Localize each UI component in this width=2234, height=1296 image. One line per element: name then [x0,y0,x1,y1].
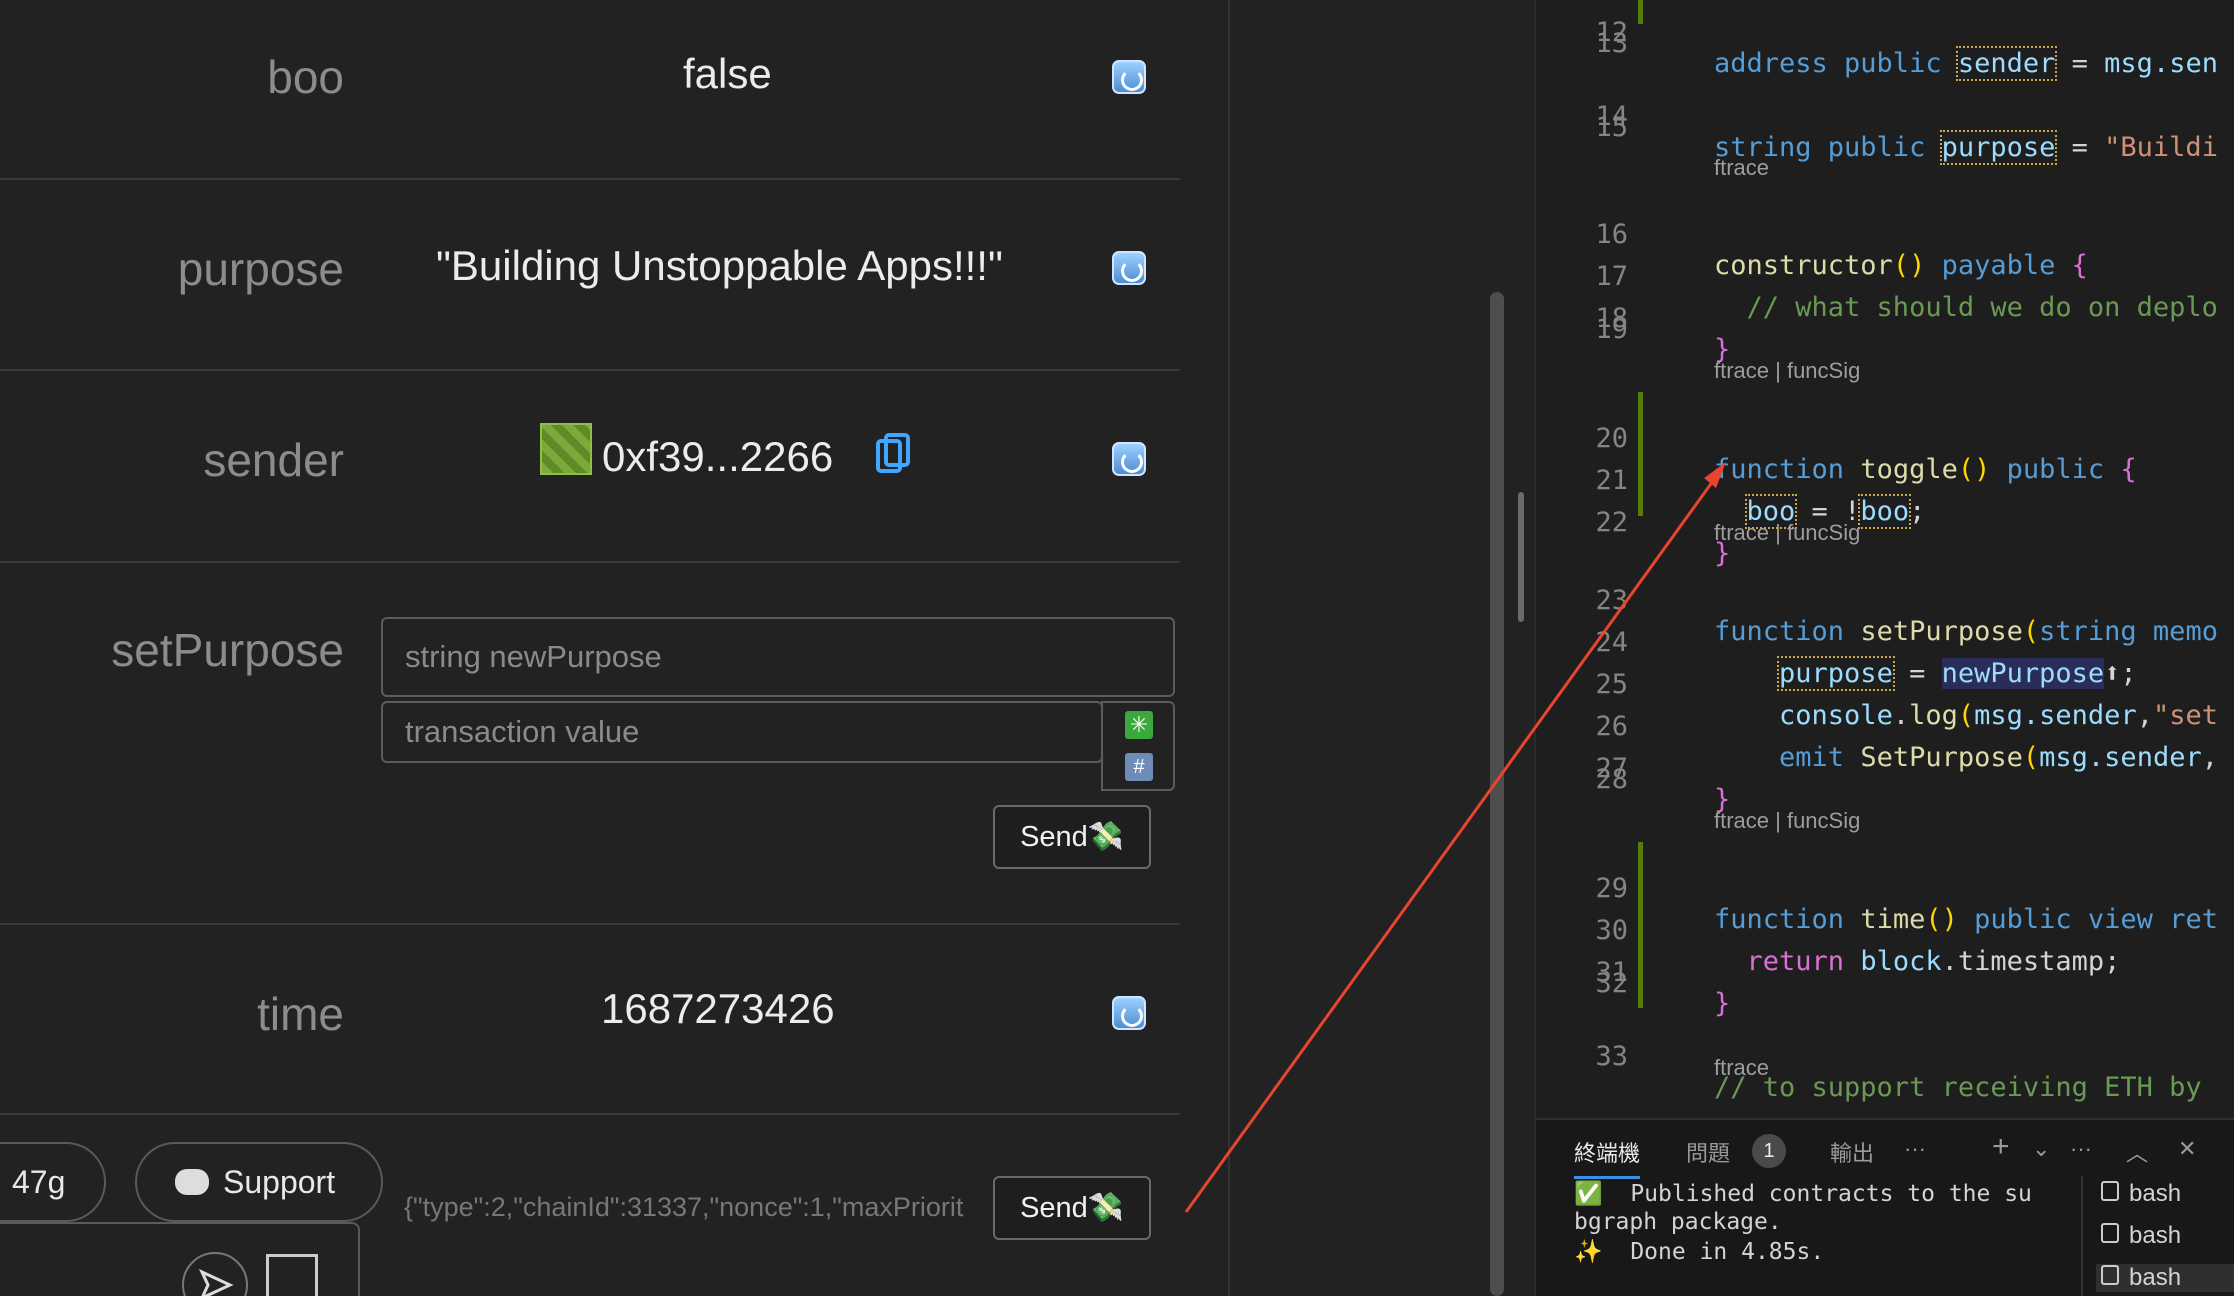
tab-terminal[interactable]: 終端機 [1574,1136,1641,1179]
terminal-sessions-divider [2081,1176,2083,1296]
terminal-session[interactable]: bash [2101,1180,2181,1208]
problems-badge: 1 [1752,1134,1786,1168]
terminal-icon [2101,1181,2119,1201]
terminal-output-line: ✨ Done in 4.85s. [1574,1239,1825,1265]
close-panel-icon[interactable]: ✕ [2178,1136,2196,1162]
annotation-arrow [1184,462,1726,1213]
more-actions-icon[interactable]: ··· [1904,1136,1926,1162]
terminal-output-line: bgraph package. [1574,1209,1782,1235]
terminal-session[interactable]: bash [2101,1222,2181,1250]
ellipsis-icon[interactable]: ··· [2070,1136,2092,1162]
chevron-down-icon[interactable]: ⌄ [2032,1136,2050,1162]
terminal-icon [2101,1223,2119,1243]
tab-problems[interactable]: 問題 [1686,1136,1730,1168]
new-terminal-icon[interactable]: + [1992,1130,2010,1164]
tab-output[interactable]: 輸出 [1830,1136,1874,1168]
terminal-icon [2101,1265,2119,1285]
terminal-panel: 終端機 問題 1 輸出 ··· + ⌄ ··· ︿ ✕ ✅ Published … [1536,1118,2234,1296]
terminal-output-line: ✅ Published contracts to the su [1574,1181,2032,1207]
maximize-panel-icon[interactable]: ︿ [2126,1136,2148,1168]
terminal-session-active[interactable]: bash [2096,1264,2234,1292]
